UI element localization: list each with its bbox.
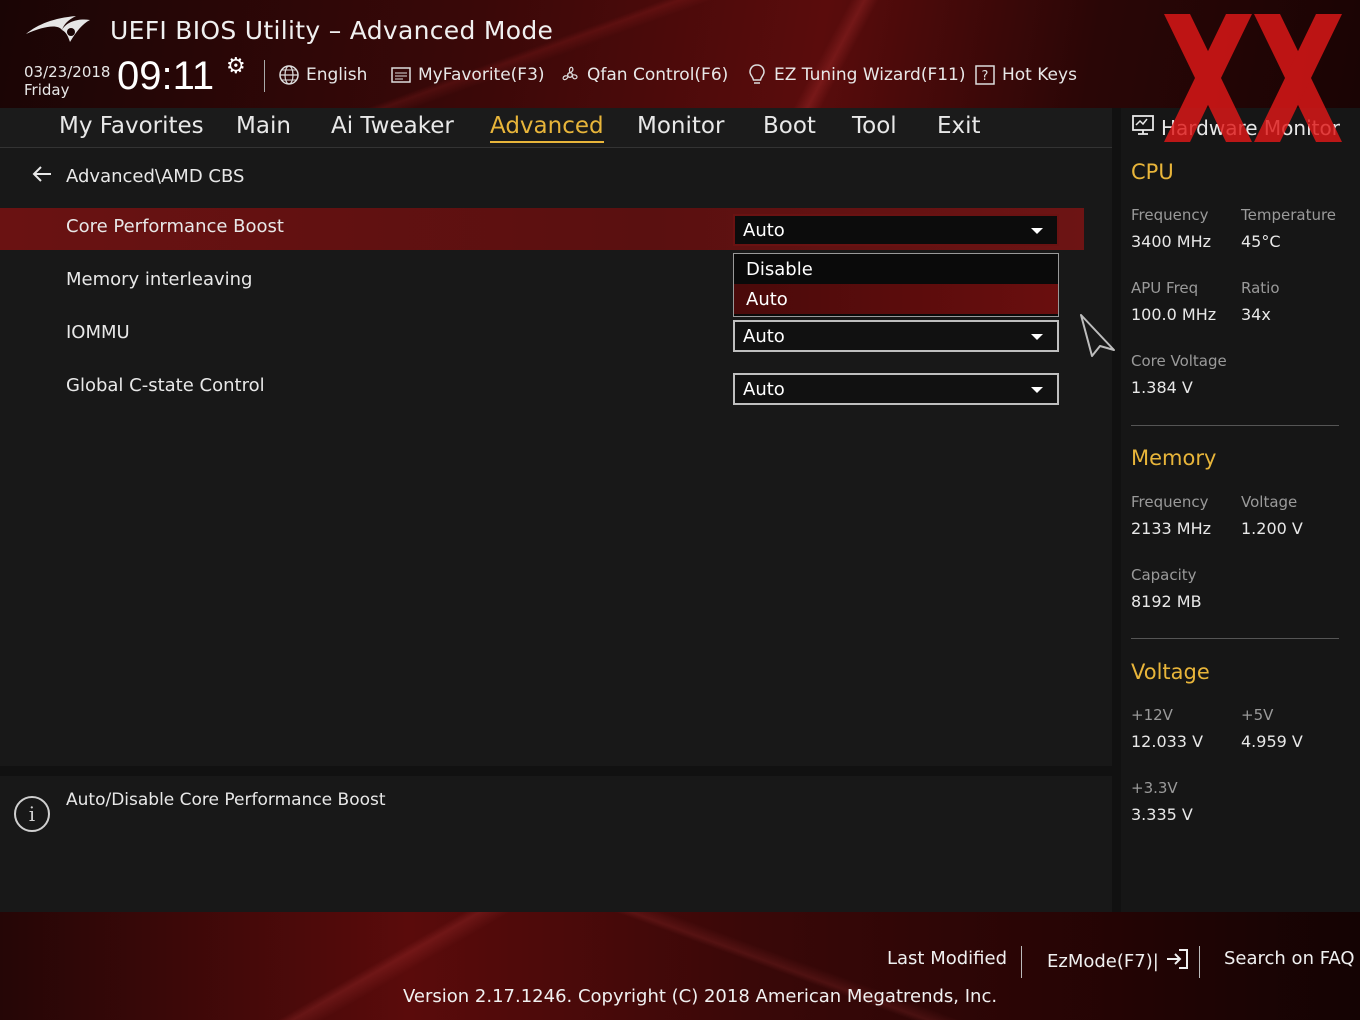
- dropdown-option-disable[interactable]: Disable: [734, 254, 1058, 284]
- info-icon: i: [14, 796, 50, 832]
- tab-boot[interactable]: Boot: [763, 113, 816, 141]
- search-on-faq-button[interactable]: Search on FAQ: [1224, 948, 1355, 969]
- dropdown-option-auto[interactable]: Auto: [734, 284, 1058, 314]
- cpu-heading: CPU: [1131, 160, 1174, 184]
- version-copyright: Version 2.17.1246. Copyright (C) 2018 Am…: [403, 986, 998, 1007]
- header-bar: UEFI BIOS Utility – Advanced Mode 03/23/…: [0, 0, 1360, 108]
- apu-freq-label: APU Freq: [1131, 279, 1199, 297]
- myfavorite-label: MyFavorite(F3): [418, 65, 545, 85]
- ratio-label: Ratio: [1241, 279, 1280, 297]
- setting-label-global-cstate-control[interactable]: Global C-state Control: [66, 375, 265, 396]
- breadcrumb: Advanced\AMD CBS: [30, 164, 244, 189]
- section-divider: [1131, 425, 1339, 426]
- iommu-value: Auto: [743, 325, 785, 347]
- date-display: 03/23/2018 Friday: [24, 63, 110, 99]
- setting-label-core-performance-boost[interactable]: Core Performance Boost: [66, 216, 284, 237]
- breadcrumb-path: Advanced\AMD CBS: [66, 166, 245, 187]
- help-info-panel: i Auto/Disable Core Performance Boost: [0, 776, 1112, 912]
- svg-text:?: ?: [982, 69, 989, 84]
- language-label: English: [306, 65, 368, 85]
- ez-tuning-label: EZ Tuning Wizard(F11): [774, 65, 966, 85]
- cpu-frequency-label: Frequency: [1131, 206, 1209, 224]
- tab-advanced[interactable]: Advanced: [490, 113, 604, 143]
- memory-frequency-label: Frequency: [1131, 493, 1209, 511]
- language-button[interactable]: English: [278, 62, 367, 88]
- ratio-value: 34x: [1241, 305, 1271, 324]
- cpu-temperature-label: Temperature: [1241, 206, 1337, 224]
- toolbar-divider: [264, 60, 265, 92]
- memory-capacity-label: Capacity: [1131, 566, 1197, 584]
- hot-keys-button[interactable]: ? Hot Keys: [974, 62, 1077, 88]
- memory-heading: Memory: [1131, 446, 1217, 470]
- qfan-control-button[interactable]: Qfan Control(F6): [559, 62, 728, 88]
- footer-divider: [1021, 946, 1022, 978]
- qfan-label: Qfan Control(F6): [587, 65, 729, 85]
- chevron-down-icon: [1031, 334, 1043, 340]
- memory-voltage-value: 1.200 V: [1241, 519, 1303, 538]
- chevron-down-icon: [1031, 228, 1043, 234]
- chevron-down-icon: [1031, 387, 1043, 393]
- monitor-icon: [1131, 114, 1155, 141]
- v12-value: 12.033 V: [1131, 732, 1204, 751]
- hardware-monitor-panel: Hardware Monitor CPU Frequency Temperatu…: [1121, 108, 1360, 912]
- core-performance-boost-value: Auto: [743, 219, 785, 241]
- v33-value: 3.335 V: [1131, 805, 1193, 824]
- v5-label: +5V: [1241, 706, 1274, 724]
- ezmode-label: EzMode(F7)|: [1047, 951, 1159, 972]
- v33-label: +3.3V: [1131, 779, 1178, 797]
- date-text: 03/23/2018: [24, 63, 111, 81]
- global-cstate-control-value: Auto: [743, 378, 785, 400]
- tab-ai-tweaker[interactable]: Ai Tweaker: [331, 113, 454, 141]
- myfavorite-button[interactable]: MyFavorite(F3): [390, 62, 545, 88]
- rog-logo-icon: [26, 16, 90, 42]
- back-arrow-icon[interactable]: [30, 164, 54, 189]
- footer-divider: [1199, 946, 1200, 978]
- lightbulb-icon: [746, 64, 768, 86]
- clock-time: 09:11: [117, 54, 215, 98]
- question-box-icon: ?: [974, 64, 996, 86]
- ezmode-button[interactable]: EzMode(F7)|: [1047, 948, 1189, 975]
- memory-capacity-value: 8192 MB: [1131, 592, 1202, 611]
- global-cstate-control-select[interactable]: Auto: [733, 373, 1059, 405]
- memory-voltage-label: Voltage: [1241, 493, 1298, 511]
- memory-frequency-value: 2133 MHz: [1131, 519, 1212, 538]
- mouse-pointer-icon: [1080, 314, 1115, 357]
- main-nav-tabs: My Favorites Main Ai Tweaker Advanced Mo…: [0, 108, 1112, 148]
- tab-main[interactable]: Main: [236, 113, 291, 141]
- v5-value: 4.959 V: [1241, 732, 1303, 751]
- fan-icon: [559, 64, 581, 86]
- setting-label-memory-interleaving[interactable]: Memory interleaving: [66, 269, 252, 290]
- help-text: Auto/Disable Core Performance Boost: [66, 790, 386, 810]
- core-voltage-value: 1.384 V: [1131, 378, 1193, 397]
- hot-keys-label: Hot Keys: [1002, 65, 1077, 85]
- globe-icon: [278, 64, 300, 86]
- core-performance-boost-select[interactable]: Auto: [733, 214, 1059, 246]
- v12-label: +12V: [1131, 706, 1173, 724]
- tab-exit[interactable]: Exit: [937, 113, 981, 141]
- tab-tool[interactable]: Tool: [852, 113, 897, 141]
- xx-watermark-logo: [1164, 14, 1342, 142]
- core-performance-boost-dropdown: Disable Auto: [733, 253, 1059, 317]
- setting-label-iommu[interactable]: IOMMU: [66, 322, 130, 343]
- ez-tuning-wizard-button[interactable]: EZ Tuning Wizard(F11): [746, 62, 966, 88]
- iommu-select[interactable]: Auto: [733, 320, 1059, 352]
- settings-panel: Advanced\AMD CBS Core Performance Boost …: [0, 148, 1112, 766]
- tab-my-favorites[interactable]: My Favorites: [59, 113, 204, 141]
- clock-settings-gear-icon[interactable]: ⚙: [226, 54, 246, 79]
- exit-arrow-icon: [1165, 948, 1189, 975]
- last-modified-button[interactable]: Last Modified: [887, 948, 1007, 969]
- cpu-temperature-value: 45°C: [1241, 232, 1281, 251]
- tab-monitor[interactable]: Monitor: [637, 113, 724, 141]
- app-title: UEFI BIOS Utility – Advanced Mode: [110, 16, 554, 45]
- apu-freq-value: 100.0 MHz: [1131, 305, 1217, 324]
- cpu-frequency-value: 3400 MHz: [1131, 232, 1212, 251]
- core-voltage-label: Core Voltage: [1131, 352, 1227, 370]
- bios-window: UEFI BIOS Utility – Advanced Mode 03/23/…: [0, 0, 1360, 1020]
- footer-bar: Last Modified EzMode(F7)| Search on FAQ …: [0, 912, 1360, 1020]
- section-divider: [1131, 638, 1339, 639]
- favorite-list-icon: [390, 64, 412, 86]
- day-text: Friday: [24, 81, 70, 99]
- voltage-heading: Voltage: [1131, 660, 1210, 684]
